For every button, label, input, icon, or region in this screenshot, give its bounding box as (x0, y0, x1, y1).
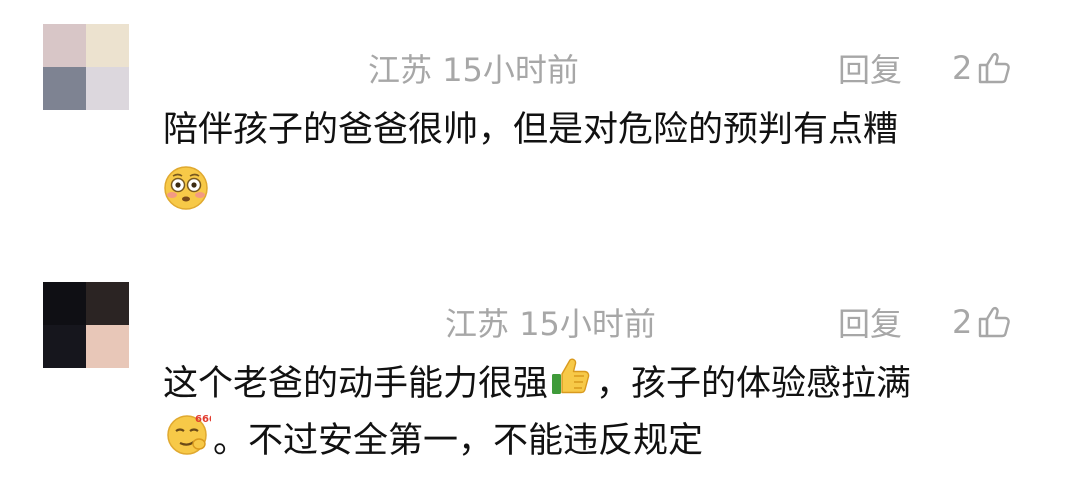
avatar-tile (43, 24, 86, 67)
comment-text-part: 这个老爸的动手能力很强 (163, 364, 549, 404)
avatar[interactable] (43, 282, 129, 368)
comment-item: 江苏 15小时前 回复 2 陪伴孩子的爸爸很帅，但是对危险的预判有点糟 (0, 0, 1080, 250)
avatar-tile (43, 325, 86, 368)
emoji-row (163, 165, 209, 215)
avatar-tile (86, 24, 129, 67)
comment-text-part: ，孩子的体验感拉满 (596, 364, 912, 404)
comment-item: 江苏 15小时前 回复 2 这个老爸的动手能力很强 ，孩子的体验感拉满 666 … (0, 262, 1080, 503)
reply-button[interactable]: 回复 (838, 306, 902, 342)
comment-meta: 江苏 15小时前 (445, 306, 656, 342)
avatar-tile (43, 282, 86, 325)
comment-time: 15小时前 (519, 305, 656, 343)
comment-location: 江苏 (445, 305, 510, 343)
thumbs-up-icon (976, 304, 1012, 340)
comment-text: 陪伴孩子的爸爸很帅，但是对危险的预判有点糟 (163, 110, 899, 150)
smirk-666-emoji: 666 (165, 410, 216, 474)
comment-text-part: 。不过安全第一，不能违反规定 (213, 421, 704, 461)
comment-location: 江苏 (368, 51, 433, 89)
avatar-tile (86, 282, 129, 325)
avatar-tile (86, 67, 129, 110)
avatar-tile (43, 67, 86, 110)
comment-text-line: 这个老爸的动手能力很强 ，孩子的体验感拉满 (163, 354, 911, 416)
like-button[interactable]: 2 (952, 304, 1012, 340)
comment-time: 15小时前 (442, 51, 579, 89)
svg-text:666: 666 (195, 414, 211, 425)
thumbs-up-emoji (550, 354, 594, 416)
flushed-face-emoji (163, 166, 209, 215)
comment-meta: 江苏 15小时前 (368, 52, 579, 88)
comment-text-line: 666 。不过安全第一，不能违反规定 (163, 410, 703, 474)
thumbs-up-icon (976, 50, 1012, 86)
avatar-tile (86, 325, 129, 368)
like-count: 2 (952, 49, 973, 87)
reply-button[interactable]: 回复 (838, 52, 902, 88)
like-button[interactable]: 2 (952, 50, 1012, 86)
like-count: 2 (952, 303, 973, 341)
avatar[interactable] (43, 24, 129, 110)
